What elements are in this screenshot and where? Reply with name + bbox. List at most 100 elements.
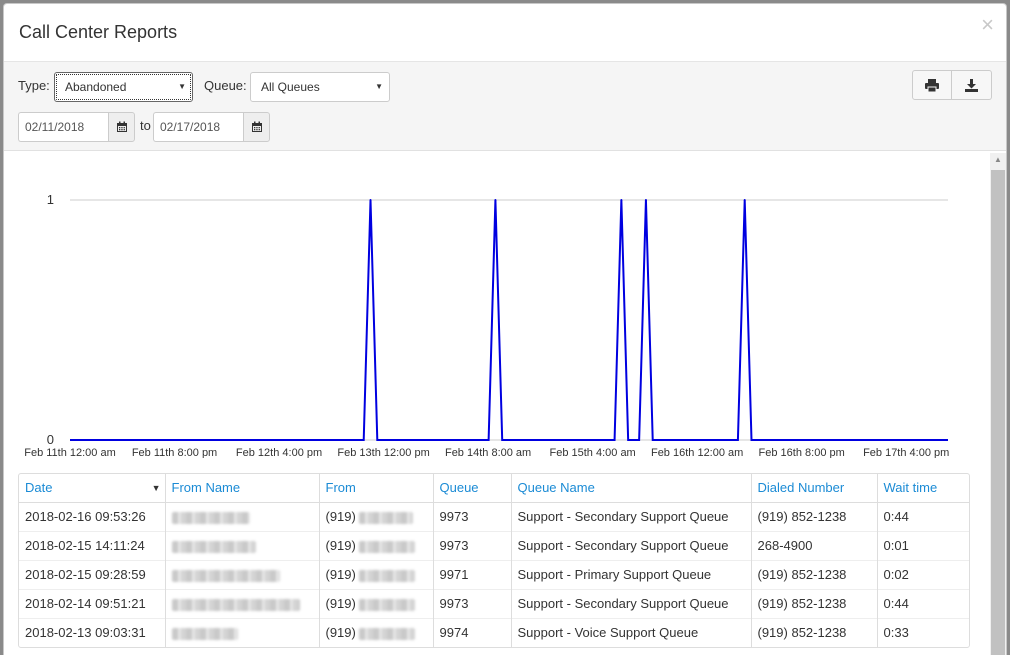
from-prefix: (919) [325,596,356,611]
table-row[interactable]: 2018-02-16 09:53:26 (919) 9973 Support - S… [19,501,969,531]
download-button[interactable] [952,70,992,100]
chevron-down-icon: ▼ [178,82,186,91]
y-tick-label: 1 [47,192,54,207]
cell-from-name-redacted [165,588,320,618]
cell-queue-name: Support - Secondary Support Queue [511,588,752,618]
table-body: 2018-02-16 09:53:26 (919) 9973 Support - S… [19,501,969,647]
end-date-group: 02/17/2018 [153,112,270,142]
cell-queue: 9973 [433,530,512,560]
queue-select[interactable]: All Queues ▼ [250,72,390,102]
vertical-scrollbar[interactable]: ▲ [990,153,1006,655]
data-point [620,199,623,201]
data-point [644,199,647,201]
modal-header: Call Center Reports × [4,4,1006,62]
end-date-calendar-button[interactable] [243,112,270,142]
x-tick-label: Feb 14th 8:00 am [445,447,531,458]
scrollbar-thumb[interactable] [991,170,1005,655]
cell-from: (919) [319,617,434,647]
start-date-group: 02/11/2018 [18,112,135,142]
cell-queue-name: Support - Secondary Support Queue [511,501,752,531]
start-date-calendar-button[interactable] [108,112,135,142]
cell-dialed-number: (919) 852-1238 [751,617,878,647]
cell-date: 2018-02-16 09:53:26 [19,501,166,531]
type-select-value: Abandoned [65,80,127,94]
cell-from-name-redacted [165,617,320,647]
x-tick-label: Feb 11th 8:00 pm [132,447,217,458]
cell-queue: 9971 [433,559,512,589]
cell-date: 2018-02-15 09:28:59 [19,559,166,589]
table-row[interactable]: 2018-02-13 09:03:31 (919) 9974 Support - V… [19,617,969,647]
table-row[interactable]: 2018-02-15 14:11:24 (919) 9973 Support - S… [19,530,969,560]
column-header-from[interactable]: From [319,474,434,503]
cell-queue: 9973 [433,501,512,531]
cell-from: (919) [319,588,434,618]
from-prefix: (919) [325,625,356,641]
cell-dialed-number: (919) 852-1238 [751,559,878,589]
column-header-from-name[interactable]: From Name [165,474,320,503]
cell-wait-time: 0:01 [877,530,969,560]
cell-wait-time: 0:44 [877,588,969,618]
cell-dialed-number: 268-4900 [751,530,878,560]
data-point [494,199,497,201]
x-tick-label: Feb 17th 4:00 pm [863,447,949,458]
x-tick-label: Feb 16th 8:00 pm [759,447,845,458]
table-row[interactable]: 2018-02-15 09:28:59 (919) 9971 Support - P… [19,559,969,589]
column-header-wait-time[interactable]: Wait time [877,474,969,503]
start-date-input[interactable]: 02/11/2018 [18,112,108,142]
scroll-up-icon[interactable]: ▲ [994,155,1002,164]
chevron-down-icon: ▼ [375,82,383,91]
x-tick-label: Feb 13th 12:00 pm [337,447,429,458]
x-tick-label: Feb 11th 12:00 am [24,447,116,458]
type-select[interactable]: Abandoned ▼ [54,72,193,102]
data-point [369,199,372,201]
cell-from-name-redacted [165,530,320,560]
modal-title: Call Center Reports [19,22,178,42]
table-row[interactable]: 2018-02-14 09:51:21 (919) 9973 Support - S… [19,588,969,618]
cell-from: (919) [319,501,434,531]
x-tick-label: Feb 15th 4:00 am [550,447,636,458]
close-icon[interactable]: × [981,14,994,36]
column-header-queue-name[interactable]: Queue Name [511,474,752,503]
column-header-date[interactable]: Date ▼ [19,474,166,503]
export-button-group [912,70,992,100]
from-prefix: (919) [325,509,356,524]
table-header-row: Date ▼ From Name From Queue Queue Name Di… [19,474,969,503]
queue-label: Queue: [204,78,247,93]
cell-dialed-number: (919) 852-1238 [751,501,878,531]
data-point [743,199,746,201]
calendar-icon [116,121,127,132]
cell-dialed-number: (919) 852-1238 [751,588,878,618]
cell-wait-time: 0:44 [877,501,969,531]
cell-queue-name: Support - Primary Support Queue [511,559,752,589]
cell-queue: 9973 [433,588,512,618]
from-prefix: (919) [325,567,356,582]
queue-select-value: All Queues [261,80,320,94]
cell-date: 2018-02-14 09:51:21 [19,588,166,618]
filter-bar: Type: Abandoned ▼ Queue: All Queues ▼ 02… [4,62,1006,151]
print-button[interactable] [912,70,952,100]
series-line [70,199,948,441]
cell-queue-name: Support - Voice Support Queue [511,617,752,647]
to-label: to [140,118,151,133]
cell-date: 2018-02-13 09:03:31 [19,617,166,647]
download-icon [965,78,978,92]
type-label: Type: [18,78,50,93]
cell-from-name-redacted [165,559,320,589]
cell-from-name-redacted [165,501,320,531]
y-tick-label: 0 [47,432,54,447]
column-header-dialed-number[interactable]: Dialed Number [751,474,878,503]
cell-wait-time: 0:02 [877,559,969,589]
calls-table: Date ▼ From Name From Queue Queue Name Di… [18,473,970,648]
end-date-input[interactable]: 02/17/2018 [153,112,243,142]
from-prefix: (919) [325,538,356,553]
call-center-reports-modal: Call Center Reports × Type: Abandoned ▼ … [3,3,1007,655]
sort-desc-icon: ▼ [151,483,161,493]
column-header-queue[interactable]: Queue [433,474,512,503]
report-content: 0 1 Feb 11th 12:00 am Feb 11th 8:00 pm Feb 1… [4,153,988,655]
cell-from: (919) [319,530,434,560]
print-icon [925,78,939,92]
x-tick-label: Feb 12th 4:00 pm [236,447,322,458]
cell-from: (919) [319,559,434,589]
x-tick-label: Feb 16th 12:00 am [651,447,743,458]
abandoned-calls-chart: 0 1 Feb 11th 12:00 am Feb 11th 8:00 pm Feb 1… [24,192,949,458]
